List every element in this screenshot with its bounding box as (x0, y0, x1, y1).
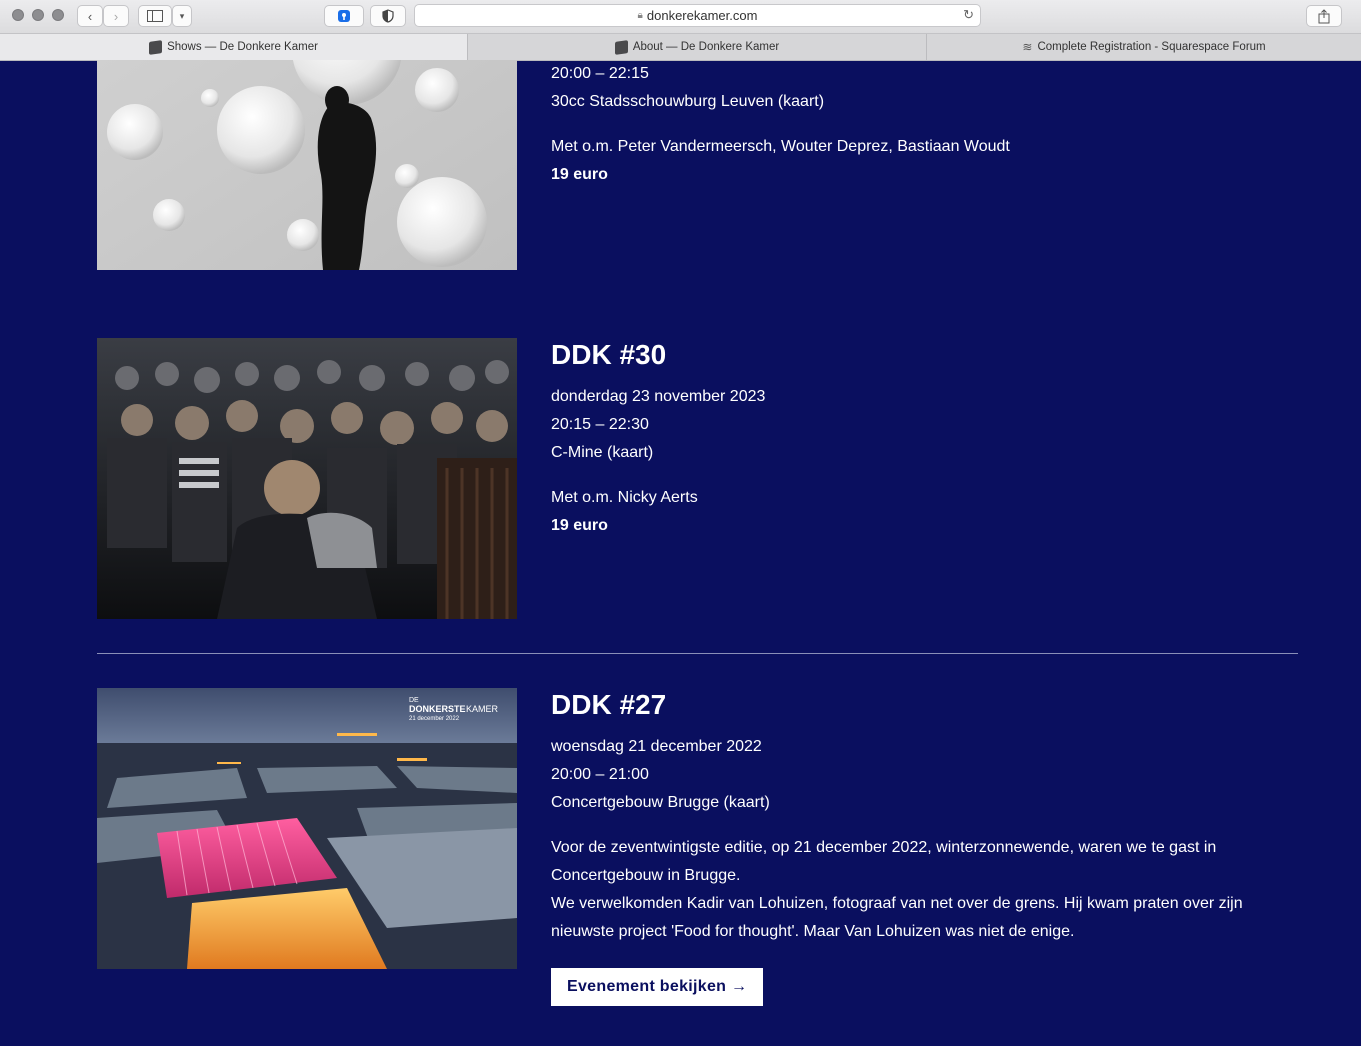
event-price: 19 euro (551, 517, 608, 534)
sidebar-button[interactable] (138, 5, 172, 27)
event-time: 20:00 – 22:15 (551, 65, 649, 82)
event-venue-link[interactable]: C-Mine (kaart) (551, 439, 1271, 467)
event-venue-link[interactable]: 30cc Stadsschouwburg Leuven (kaart) (551, 88, 1271, 116)
close-window-button[interactable] (12, 9, 24, 21)
event-image-audience[interactable] (97, 338, 517, 619)
chevron-down-icon: ▾ (179, 10, 185, 21)
event-time: 20:00 – 21:00 (551, 766, 649, 783)
back-button[interactable]: ‹ (77, 5, 103, 27)
reload-icon[interactable]: ↻ (963, 7, 974, 23)
event-date: donderdag 23 november 2023 (551, 388, 766, 405)
chevron-right-icon: › (113, 8, 119, 24)
tab-shows[interactable]: Shows — De Donkere Kamer (0, 34, 468, 60)
event-photo (97, 60, 517, 271)
image-logo-de: DE (409, 697, 419, 704)
cube-icon (614, 39, 628, 55)
chevron-left-icon: ‹ (87, 8, 93, 24)
event-photo: DE DONKERSTE KAMER 21 december 2022 (97, 688, 517, 969)
event-description-line: We verwelkomden Kadir van Lohuizen, foto… (551, 895, 1243, 912)
sidebar-menu-button[interactable]: ▾ (172, 5, 192, 27)
event-date: woensdag 21 december 2022 (551, 738, 762, 755)
privacy-extension-button[interactable] (370, 5, 406, 27)
event-image-greenhouses[interactable]: DE DONKERSTE KAMER 21 december 2022 (97, 688, 517, 969)
share-button[interactable] (1306, 5, 1342, 27)
shield-icon (382, 9, 394, 23)
tab-label: Complete Registration - Squarespace Foru… (1037, 41, 1266, 53)
forward-button[interactable]: › (103, 5, 129, 27)
image-logo-date: 21 december 2022 (409, 716, 460, 722)
event-image-bubbles[interactable] (97, 60, 517, 271)
image-logo-main: DONKERSTE (409, 704, 466, 714)
event-title[interactable]: DDK #27 (551, 688, 1271, 722)
event-info: DDK #30 donderdag 23 november 2023 20:15… (551, 338, 1271, 540)
shield-key-icon (338, 10, 350, 22)
tab-squarespace-forum[interactable]: ≋ Complete Registration - Squarespace Fo… (927, 34, 1361, 60)
tab-label: About — De Donkere Kamer (632, 41, 780, 53)
password-extension-button[interactable] (324, 5, 364, 27)
cube-icon (149, 39, 163, 55)
minimize-window-button[interactable] (32, 9, 44, 21)
tab-label: Shows — De Donkere Kamer (167, 41, 318, 53)
event-description-line: Concertgebouw in Brugge. (551, 867, 741, 884)
event-guests: Met o.m. Nicky Aerts (551, 489, 698, 506)
browser-toolbar: ‹ › ▾ 🔒︎ donkerekamer.com ↻ (0, 0, 1361, 33)
url-text: donkerekamer.com (646, 8, 758, 23)
event-description-line: Voor de zeventwintigste editie, op 21 de… (551, 839, 1217, 856)
event-title[interactable]: DDK #30 (551, 338, 1271, 372)
event-info: DDK #27 woensdag 21 december 2022 20:00 … (551, 688, 1271, 946)
event-time: 20:15 – 22:30 (551, 416, 649, 433)
lock-icon: 🔒︎ (637, 10, 643, 21)
browser-chrome: ‹ › ▾ 🔒︎ donkerekamer.com ↻ Shows — De D… (0, 0, 1361, 61)
tab-bar: Shows — De Donkere Kamer About — De Donk… (0, 33, 1361, 60)
view-event-button[interactable]: Evenement bekijken → (551, 968, 764, 1006)
address-bar[interactable]: 🔒︎ donkerekamer.com ↻ (414, 4, 981, 27)
event-info: 20:00 – 22:15 30cc Stadsschouwburg Leuve… (551, 60, 1271, 189)
event-venue-link[interactable]: Concertgebouw Brugge (kaart) (551, 789, 1271, 817)
tab-about[interactable]: About — De Donkere Kamer (468, 34, 927, 60)
section-divider (97, 653, 1298, 654)
squarespace-icon: ≋ (1022, 40, 1033, 54)
sidebar-icon (147, 10, 163, 22)
event-guests: Met o.m. Peter Vandermeersch, Wouter Dep… (551, 138, 1010, 155)
share-icon (1318, 8, 1330, 23)
event-description-line: nieuwste project 'Food for thought'. Maa… (551, 923, 1075, 940)
event-price: 19 euro (551, 166, 608, 183)
page-content: 20:00 – 22:15 30cc Stadsschouwburg Leuve… (0, 60, 1361, 1046)
event-photo (97, 338, 517, 619)
image-logo-kamer: KAMER (466, 704, 499, 714)
zoom-window-button[interactable] (52, 9, 64, 21)
